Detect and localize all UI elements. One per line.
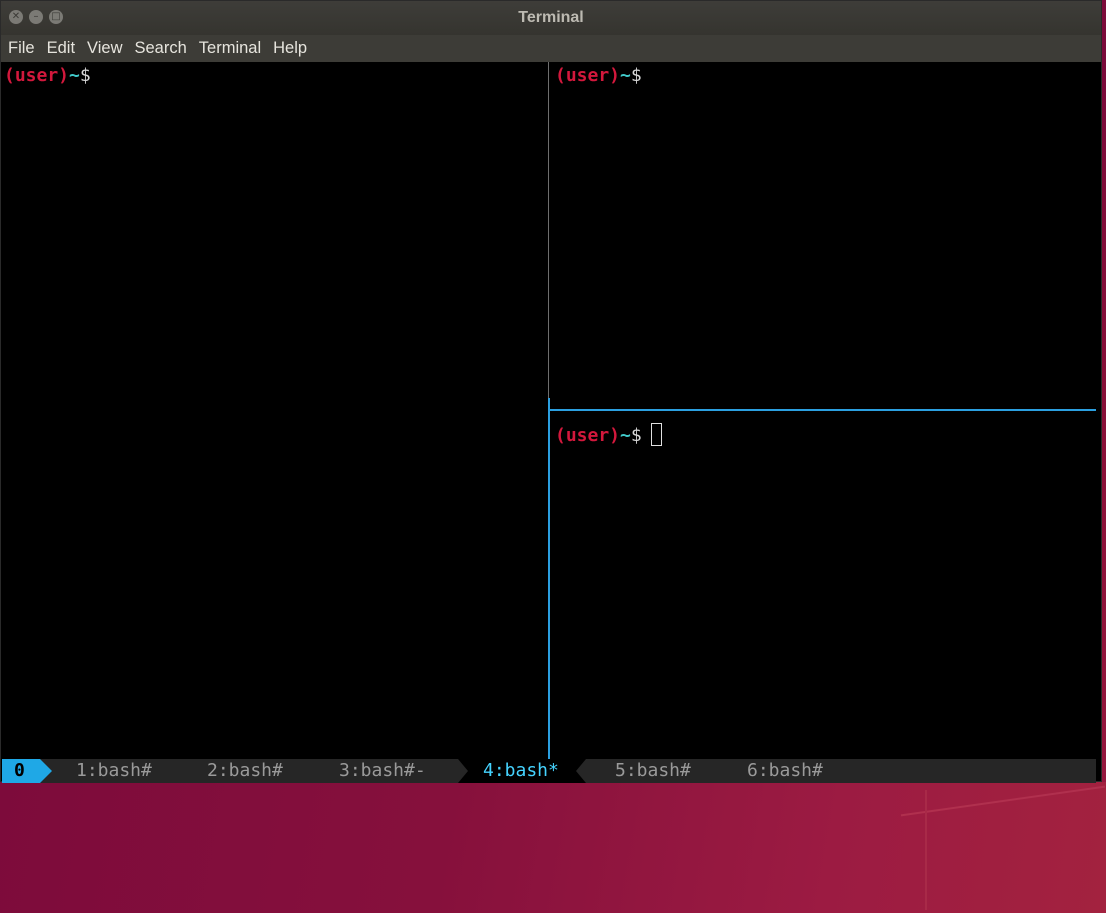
tmux-window-3[interactable]: 3:bash#- [339,759,426,783]
tmux-window-1[interactable]: 1:bash# [76,759,152,783]
session-arrow-icon [40,759,52,783]
menu-terminal[interactable]: Terminal [193,35,267,62]
pane-divider-vertical-active[interactable] [548,398,550,759]
desktop-accent-line [925,790,927,910]
text-cursor [650,423,662,446]
tmux-session-label[interactable]: 0 [2,759,40,783]
menu-file[interactable]: File [1,35,41,62]
terminal-area[interactable]: (user)~$ (user)~$ (user)~$ [2,62,1096,759]
chevron-left-icon [576,759,586,783]
shell-prompt: (user)~$ [4,65,91,86]
tmux-window-5[interactable]: 5:bash# [615,759,691,783]
menu-edit[interactable]: Edit [41,35,81,62]
pane-top-right[interactable]: (user)~$ [550,62,1096,409]
desktop-background [0,782,1106,913]
tmux-window-6[interactable]: 6:bash# [747,759,823,783]
chevron-right-icon [458,759,468,783]
menu-search[interactable]: Search [129,35,193,62]
shell-prompt: (user)~$ [555,65,642,86]
pane-divider-vertical[interactable] [548,62,549,398]
menu-bar: File Edit View Search Terminal Help [1,35,1101,62]
shell-prompt: (user)~$ [555,423,662,446]
window-title: Terminal [518,9,584,26]
title-bar[interactable]: ✕ – □ Terminal [1,1,1101,35]
menu-view[interactable]: View [81,35,128,62]
tmux-window-4-active[interactable]: 4:bash* [483,759,559,783]
tmux-status-bar: 0 1:bash# 2:bash# 3:bash#- 4:bash* 5:bas… [2,759,1096,783]
pane-bottom-right[interactable]: (user)~$ [550,411,1096,759]
menu-help[interactable]: Help [267,35,313,62]
tmux-window-2[interactable]: 2:bash# [207,759,283,783]
pane-divider-horizontal-active[interactable] [550,409,1096,411]
pane-left[interactable]: (user)~$ [2,62,548,759]
terminal-window: ✕ – □ Terminal File Edit View Search Ter… [0,0,1102,783]
